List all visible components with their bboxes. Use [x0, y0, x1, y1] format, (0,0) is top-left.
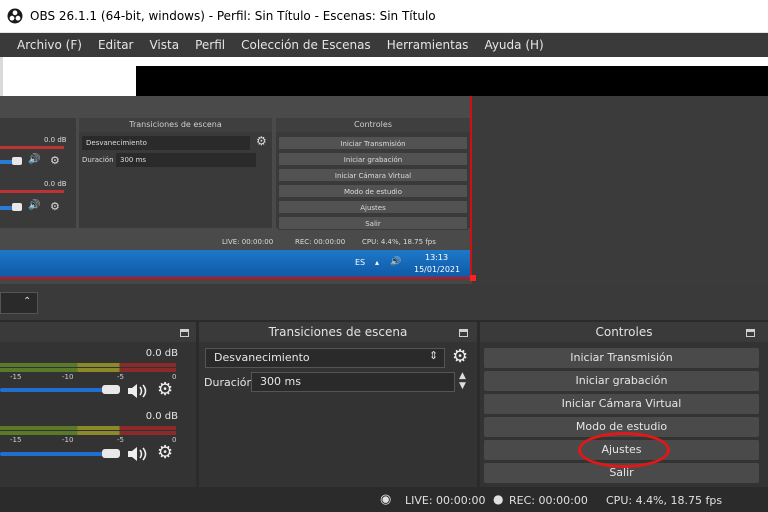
mini-start-stream-button[interactable]: Iniciar Transmisión — [278, 136, 468, 150]
duration-label: Duración — [204, 376, 254, 389]
start-streaming-button[interactable]: Iniciar Transmisión — [484, 348, 759, 368]
menu-edit[interactable]: Editar — [90, 33, 142, 57]
gear-icon[interactable]: ⚙ — [157, 379, 173, 400]
mini-studio-mode-button[interactable]: Modo de estudio — [278, 184, 468, 198]
start-recording-button[interactable]: Iniciar grabación — [484, 371, 759, 391]
audio-meter-1b — [0, 368, 176, 372]
mixer-header — [0, 322, 196, 342]
mini-duration-label: Duración — [82, 156, 114, 164]
mini-speaker-icon-2[interactable]: 🔊 — [28, 200, 40, 211]
tick-label: -10 — [62, 373, 74, 381]
tick-label: -15 — [10, 436, 22, 444]
preview-white-area — [3, 57, 136, 97]
transition-gear-icon[interactable]: ⚙ — [452, 346, 468, 367]
stream-signal-icon: ◉ — [380, 492, 392, 507]
menu-tools[interactable]: Herramientas — [379, 33, 477, 57]
volume-knob-2[interactable] — [102, 449, 120, 458]
mini-transitions-dock — [79, 118, 272, 228]
controls-float-icon[interactable] — [746, 329, 755, 337]
scene-toolbar — [0, 284, 768, 320]
mixer-db-2: 0.0 dB — [145, 411, 178, 422]
mini-start-record-button[interactable]: Iniciar grabación — [278, 152, 468, 166]
taskbar-date: 15/01/2021 — [414, 265, 461, 274]
tick-label: -5 — [117, 436, 124, 444]
status-live: LIVE: 00:00:00 — [405, 494, 486, 507]
mixer-float-icon[interactable] — [180, 329, 189, 337]
start-virtual-camera-button[interactable]: Iniciar Cámara Virtual — [484, 394, 759, 414]
mini-meter-1 — [0, 146, 64, 149]
mini-gear-icon-1[interactable]: ⚙ — [50, 154, 60, 167]
transitions-float-icon[interactable] — [459, 329, 468, 337]
status-rec: REC: 00:00:00 — [509, 494, 588, 507]
mini-meter-2 — [0, 190, 64, 193]
title-bar: OBS 26.1.1 (64-bit, windows) - Perfil: S… — [0, 0, 768, 33]
transitions-title: Transiciones de escena — [199, 322, 477, 342]
window-title: OBS 26.1.1 (64-bit, windows) - Perfil: S… — [30, 9, 436, 23]
mini-controls-title: Controles — [276, 118, 470, 132]
mini-transition-gear-icon[interactable]: ⚙ — [256, 134, 267, 148]
audio-mixer-dock: 0.0 dB -15 -10 -5 0 ⚙ 0.0 dB -15 -10 -5 … — [0, 322, 196, 487]
mini-status-rec: REC: 00:00:00 — [295, 238, 346, 246]
audio-meter-2 — [0, 426, 176, 430]
highlight-ellipse — [578, 432, 670, 468]
mini-transitions-title: Transiciones de escena — [79, 118, 272, 132]
taskbar-volume-icon: 🔊 — [390, 257, 402, 267]
mini-db-2: 0.0 dB — [44, 180, 67, 188]
taskbar-time: 13:13 — [425, 253, 449, 262]
duration-stepper-icon[interactable]: ▲ ▼ — [459, 371, 466, 391]
record-dot-icon: ● — [493, 492, 504, 506]
taskbar: ES ▴ 🔊 13:13 15/01/2021 — [0, 250, 470, 277]
mini-settings-button[interactable]: Ajustes — [278, 200, 468, 214]
tick-label: -15 — [10, 373, 22, 381]
controls-title: Controles — [480, 322, 768, 342]
obs-logo-icon — [7, 8, 23, 24]
mixer-db-1: 0.0 dB — [145, 348, 178, 359]
mini-db-1: 0.0 dB — [44, 136, 67, 144]
scene-transitions-dock: Transiciones de escena Desvanecimiento ⇕… — [199, 322, 477, 487]
mini-slider-knob-1[interactable] — [12, 157, 22, 165]
volume-slider-1[interactable] — [0, 388, 110, 392]
menu-help[interactable]: Ayuda (H) — [476, 33, 551, 57]
status-cpu: CPU: 4.4%, 18.75 fps — [606, 494, 723, 507]
preview-white-gap — [136, 57, 768, 66]
mini-virtual-cam-button[interactable]: Iniciar Cámara Virtual — [278, 168, 468, 182]
scene-spinner[interactable]: ⌃ — [0, 292, 38, 314]
speaker-icon[interactable] — [126, 445, 148, 463]
mini-status-cpu: CPU: 4.4%, 18.75 fps — [362, 238, 436, 246]
chevron-updown-icon: ⇕ — [429, 349, 439, 362]
preview-canvas-right — [472, 96, 768, 284]
mini-duration-field[interactable]: 300 ms — [116, 153, 256, 167]
mini-speaker-icon-1[interactable]: 🔊 — [28, 154, 40, 165]
menu-scene-collection[interactable]: Colección de Escenas — [233, 33, 379, 57]
volume-knob-1[interactable] — [102, 385, 120, 394]
mini-gear-icon-2[interactable]: ⚙ — [50, 200, 60, 213]
preview-black-area — [136, 66, 768, 96]
duration-field[interactable]: 300 ms — [251, 372, 455, 392]
mini-exit-button[interactable]: Salir — [278, 216, 468, 230]
menu-view[interactable]: Vista — [141, 33, 187, 57]
menu-profile[interactable]: Perfil — [187, 33, 233, 57]
gear-icon[interactable]: ⚙ — [157, 442, 173, 463]
speaker-icon[interactable] — [126, 382, 148, 400]
taskbar-language: ES — [355, 258, 366, 267]
mini-transition-select[interactable]: Desvanecimiento — [82, 136, 250, 150]
transition-select[interactable]: Desvanecimiento — [205, 348, 445, 368]
taskbar-tray-arrow-icon: ▴ — [375, 258, 380, 267]
mini-mixer — [0, 118, 76, 228]
volume-slider-2[interactable] — [0, 452, 110, 456]
menu-file[interactable]: Archivo (F) — [0, 33, 90, 57]
audio-meter-2b — [0, 431, 176, 435]
mini-slider-knob-2[interactable] — [12, 203, 22, 211]
status-bar: ◉ LIVE: 00:00:00 ● REC: 00:00:00 CPU: 4.… — [0, 488, 768, 512]
selection-border-right — [470, 96, 472, 278]
menu-bar: Archivo (F) Editar Vista Perfil Colecció… — [0, 33, 768, 57]
mini-status-live: LIVE: 00:00:00 — [222, 238, 274, 246]
tick-label: -10 — [62, 436, 74, 444]
audio-meter-1 — [0, 363, 176, 367]
tick-label: -5 — [117, 373, 124, 381]
selection-handle[interactable] — [470, 275, 476, 281]
selection-border-bottom — [0, 277, 474, 279]
chevron-updown-icon: ⌃ — [23, 296, 32, 307]
